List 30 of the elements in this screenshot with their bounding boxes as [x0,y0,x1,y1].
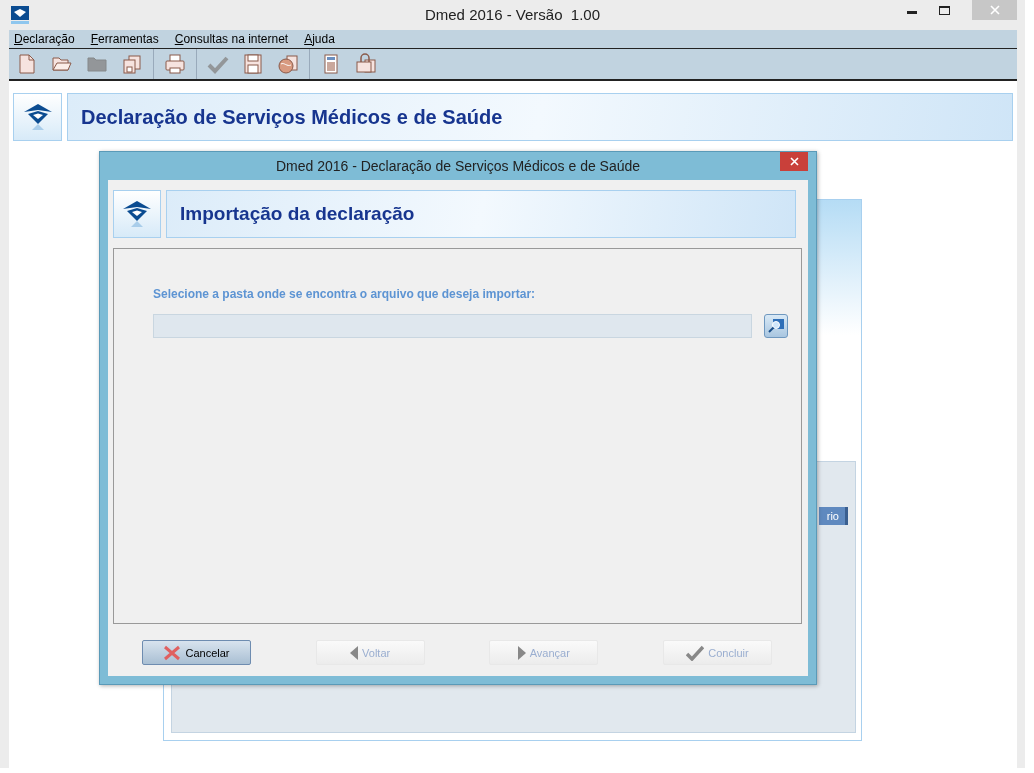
menu-item[interactable]: Declaração [14,32,75,46]
checkmark-icon [686,644,705,661]
dialog-title: Dmed 2016 - Declaração de Serviços Médicos e de Saúde [275,158,641,174]
magnifier-icon [767,318,785,334]
dialog-button[interactable]: Cancelar [142,640,251,665]
folder-path-field[interactable] [153,314,752,338]
minimize-icon[interactable] [907,11,917,15]
close-icon [989,5,1000,15]
partial-button[interactable]: rio [818,507,848,525]
copy-icon[interactable] [121,53,143,75]
x-icon [163,644,182,661]
left-triangle-icon [350,645,359,660]
globe-icon[interactable] [277,53,299,75]
menu-item[interactable]: Ferramentas [90,32,159,46]
maximize-icon[interactable] [939,6,950,15]
menu-item[interactable]: Ajuda [304,32,335,46]
padlock-icon[interactable] [355,53,377,75]
browse-button[interactable] [764,314,788,338]
new-document-icon[interactable] [16,53,38,75]
dialog-header-title: Importação da declaração [180,203,415,225]
prompt-label: Selecione a pasta onde se encontra o arquivo que deseja importar: [153,287,537,301]
app-logo-icon [11,6,29,24]
window-title: Dmed 2016 - Versão 1.00 [424,6,601,23]
dialog-close-button[interactable] [780,152,808,171]
close-icon [789,157,799,166]
printer-icon[interactable] [164,53,186,75]
logo-icon [121,199,153,229]
menu-item[interactable]: Consultas na internet [174,32,289,46]
banner-title: Declaração de Serviços Médicos e de Saúde [81,105,503,129]
right-triangle-icon [517,645,526,660]
